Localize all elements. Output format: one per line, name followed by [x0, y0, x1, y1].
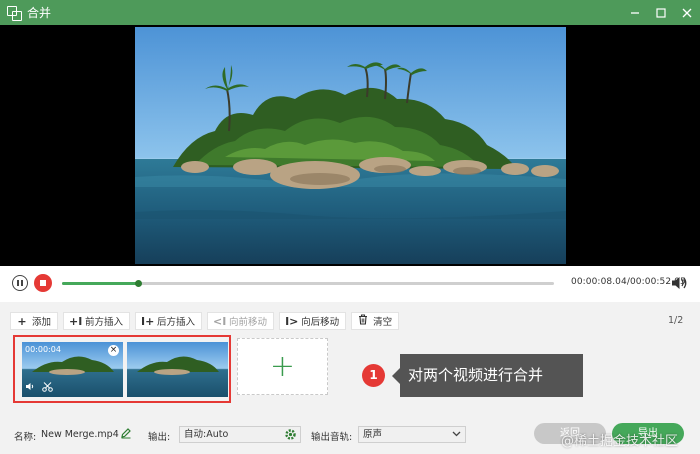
- progress-fill: [62, 282, 139, 285]
- audio-track-label: 输出音轨:: [311, 432, 353, 443]
- watermark-text: @稀土掘金技术社区: [561, 434, 679, 449]
- edit-pencil-icon[interactable]: [120, 427, 132, 439]
- title-bar: 合并: [0, 0, 700, 25]
- window-controls: [622, 0, 700, 25]
- gear-icon[interactable]: [284, 428, 297, 441]
- clear-label: 清空: [373, 317, 393, 328]
- step-badge: 1: [362, 364, 385, 387]
- audio-track-select[interactable]: 原声: [358, 426, 466, 443]
- insert-after-button[interactable]: I+ 后方插入: [135, 312, 203, 330]
- clear-button[interactable]: 清空: [351, 312, 400, 330]
- close-icon[interactable]: [674, 0, 700, 25]
- insert-before-button[interactable]: +I 前方插入: [63, 312, 131, 330]
- annotation-callout: 对两个视频进行合并: [392, 354, 583, 397]
- insert-before-label: 前方插入: [85, 317, 124, 328]
- window-title: 合并: [27, 6, 52, 20]
- add-label: 添加: [32, 317, 52, 328]
- add-clip-placeholder[interactable]: +: [237, 338, 328, 395]
- clip-toolbar: + 添加 +I 前方插入 I+ 后方插入 <I 向前移动 I> 向后移动 清空: [10, 312, 400, 330]
- move-forward-label: 向前移动: [229, 317, 268, 328]
- name-label: 名称:: [14, 432, 37, 443]
- move-backward-icon: I>: [285, 314, 299, 328]
- insert-before-icon: +I: [69, 314, 83, 328]
- output-name-value: New Merge.mp4: [41, 429, 119, 440]
- clips-highlight-frame: 00:00:04 ×: [13, 335, 231, 403]
- preview-frame-island-image: [135, 27, 566, 264]
- stop-button[interactable]: [34, 274, 52, 292]
- chevron-down-icon: [452, 428, 461, 443]
- output-format-value: 自动:Auto: [184, 429, 229, 440]
- page-counter: 1/2: [668, 315, 684, 326]
- add-clip-plus-icon: +: [269, 349, 296, 384]
- minimize-icon[interactable]: [622, 0, 648, 25]
- clip-1-volume-icon[interactable]: [25, 382, 36, 395]
- clip-thumbnail-1[interactable]: 00:00:04 ×: [22, 342, 123, 397]
- volume-icon[interactable]: [670, 275, 688, 291]
- move-backward-label: 向后移动: [301, 317, 340, 328]
- video-preview: [0, 25, 700, 266]
- move-forward-icon: <I: [213, 314, 227, 328]
- merge-window: 合并 00:00:08.04/00:00:52.05 + 添加 +I 前方插入 …: [0, 0, 700, 454]
- clip-thumbnail-2[interactable]: [127, 342, 228, 397]
- output-label: 输出:: [148, 432, 171, 443]
- insert-after-icon: I+: [141, 314, 155, 328]
- maximize-icon[interactable]: [648, 0, 674, 25]
- add-button[interactable]: + 添加: [10, 312, 59, 330]
- pause-button[interactable]: [12, 275, 28, 291]
- clip-1-tools: [25, 382, 53, 395]
- insert-after-label: 后方插入: [157, 317, 196, 328]
- progress-knob[interactable]: [135, 280, 143, 287]
- move-backward-button[interactable]: I> 向后移动: [279, 312, 347, 330]
- merge-app-icon: [7, 5, 22, 21]
- plus-icon: +: [17, 314, 27, 328]
- trash-icon: [357, 314, 369, 328]
- clip-1-scissors-icon[interactable]: [42, 382, 53, 395]
- clip-1-close-icon[interactable]: ×: [108, 345, 119, 356]
- move-forward-button[interactable]: <I 向前移动: [207, 312, 275, 330]
- output-format-select[interactable]: 自动:Auto: [179, 426, 301, 443]
- timecode-readout: 00:00:08.04/00:00:52.05: [571, 277, 686, 287]
- clip-1-duration: 00:00:04: [25, 345, 61, 354]
- playback-bar: 00:00:08.04/00:00:52.05: [0, 266, 700, 302]
- progress-slider[interactable]: [62, 280, 554, 287]
- audio-track-value: 原声: [363, 429, 383, 440]
